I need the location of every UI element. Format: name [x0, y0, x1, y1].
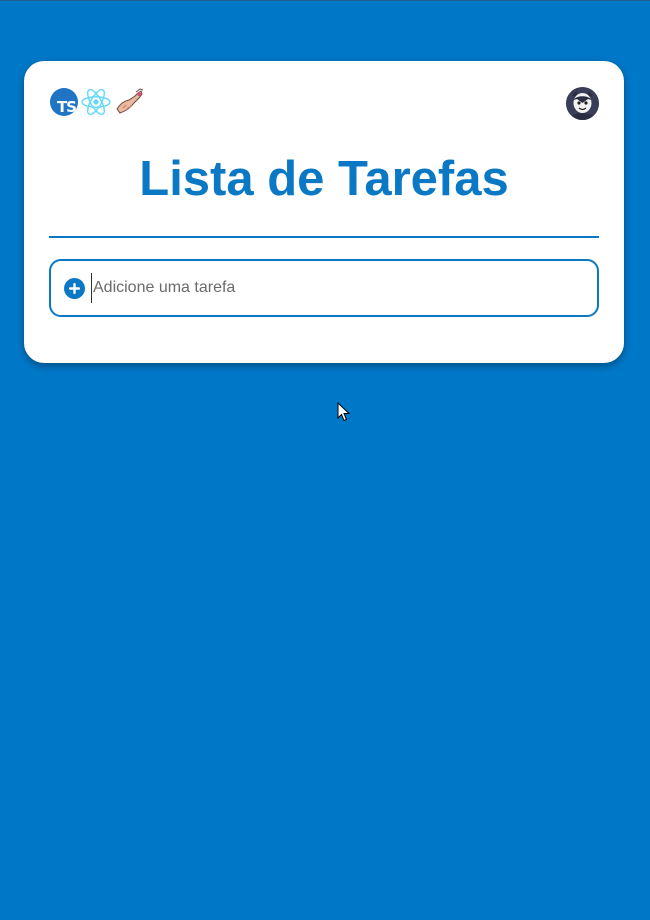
styled-components-logo-icon — [116, 88, 144, 114]
page-title: Lista de Tarefas — [139, 152, 509, 206]
avatar-image — [566, 87, 599, 120]
todo-card: TS Lista de Tarefas Adicione uma tarefa — [24, 61, 624, 363]
window-top-border — [0, 0, 650, 1]
typescript-logo-icon: TS — [50, 88, 78, 116]
title-divider — [49, 236, 599, 238]
mouse-cursor-icon — [337, 402, 351, 422]
user-avatar-icon[interactable] — [566, 87, 599, 120]
add-task-input[interactable] — [91, 273, 573, 303]
react-logo-icon — [81, 88, 111, 116]
add-task-field[interactable] — [49, 259, 599, 317]
typescript-logo-label: TS — [56, 98, 77, 116]
tech-logos: TS — [50, 87, 146, 117]
plus-circle-icon[interactable] — [64, 277, 85, 299]
